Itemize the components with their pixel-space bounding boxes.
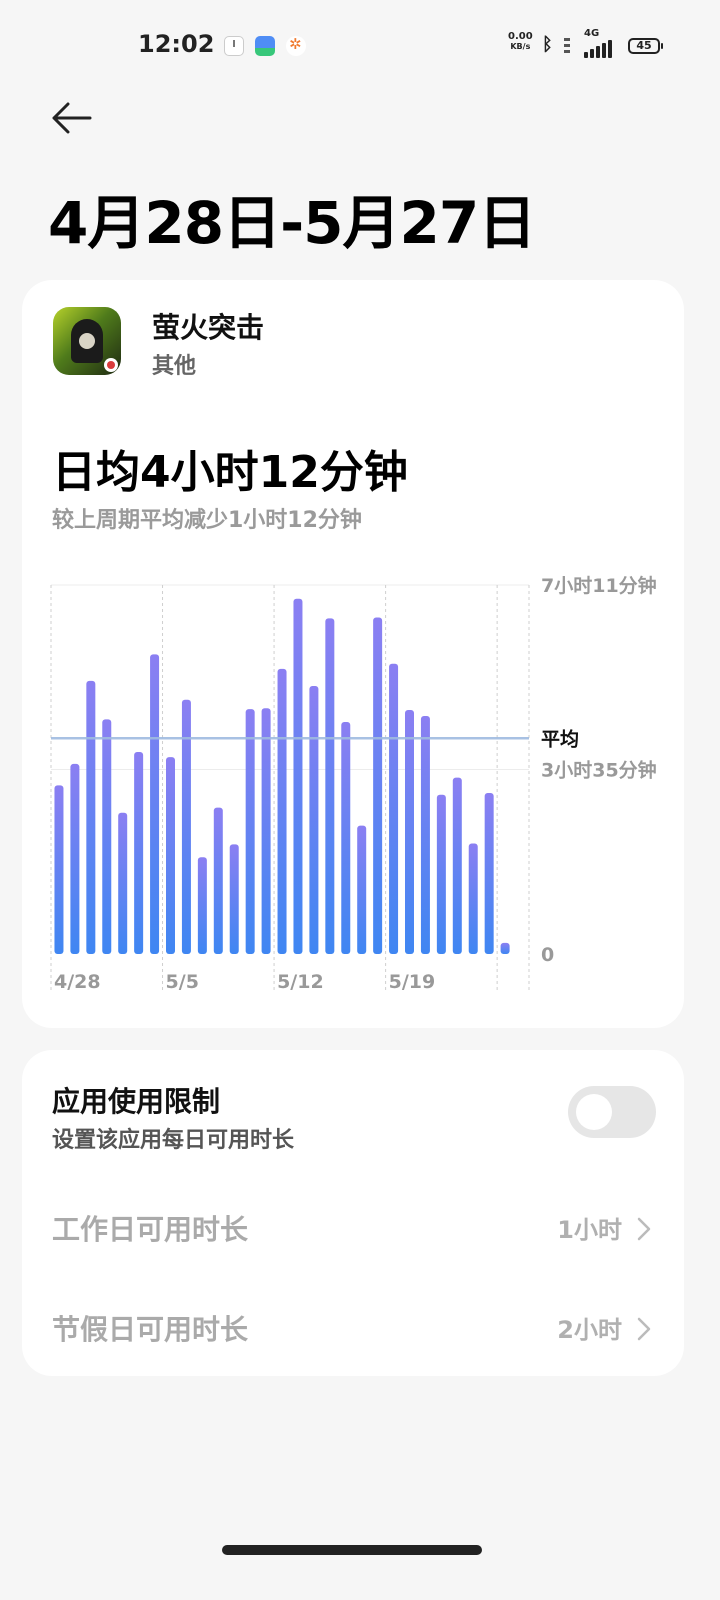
chart-bar bbox=[54, 785, 64, 954]
x-tick-label: 5/12 bbox=[277, 971, 324, 993]
back-button[interactable] bbox=[50, 96, 94, 140]
chevron-right-icon bbox=[637, 1317, 651, 1341]
chart-bar bbox=[245, 709, 255, 954]
app-notification-icon bbox=[255, 36, 275, 56]
chart-bar bbox=[277, 668, 287, 954]
clock-icon bbox=[224, 36, 244, 56]
holiday-limit-row[interactable]: 节假日可用时长 2小时 bbox=[22, 1286, 684, 1366]
arrow-left-icon bbox=[52, 102, 92, 134]
y-tick-label: 3小时35分钟 bbox=[541, 759, 657, 782]
chart-bar bbox=[309, 686, 319, 954]
usage-limit-toggle[interactable] bbox=[568, 1086, 656, 1138]
chart-bar bbox=[373, 617, 383, 954]
toggle-knob bbox=[576, 1094, 612, 1130]
chart-bar bbox=[229, 844, 239, 954]
chart-bar bbox=[436, 794, 446, 954]
workday-limit-value: 1小时 bbox=[557, 1216, 622, 1244]
chart-bar bbox=[86, 680, 96, 954]
signal-strength-icon bbox=[584, 40, 612, 58]
chevron-right-icon bbox=[637, 1217, 651, 1241]
workday-limit-label: 工作日可用时长 bbox=[52, 1213, 249, 1246]
chart-bar bbox=[213, 807, 223, 954]
chart-bar bbox=[325, 618, 335, 954]
battery-icon: 45 bbox=[628, 38, 663, 54]
chart-bar bbox=[150, 654, 160, 954]
chart-bar bbox=[389, 663, 399, 954]
chart-bar bbox=[405, 709, 414, 954]
chart-bar bbox=[118, 812, 128, 954]
workday-limit-row[interactable]: 工作日可用时长 1小时 bbox=[22, 1186, 684, 1266]
chart-bar bbox=[452, 777, 462, 954]
chart-bar bbox=[357, 825, 367, 954]
y-tick-label: 7小时11分钟 bbox=[541, 574, 657, 597]
network-speed: 0.00 KB/s bbox=[508, 32, 533, 52]
limit-subtitle: 设置该应用每日可用时长 bbox=[52, 1128, 295, 1153]
x-tick-label: 5/5 bbox=[166, 971, 199, 993]
chart-bar bbox=[293, 598, 303, 954]
chart-bar bbox=[102, 719, 112, 954]
network-type: 4G bbox=[584, 28, 600, 39]
x-tick-label: 5/19 bbox=[389, 971, 436, 993]
status-bar: 12:02 0.00 KB/s ᛒ 4G 45 bbox=[0, 28, 720, 66]
chart-bar bbox=[484, 793, 494, 954]
home-indicator[interactable] bbox=[222, 1545, 482, 1555]
network-speed-value: 0.00 bbox=[508, 31, 533, 42]
holiday-limit-label: 节假日可用时长 bbox=[52, 1313, 249, 1346]
average-label: 平均 bbox=[541, 727, 579, 750]
y-tick-label: 0 bbox=[541, 944, 554, 966]
chart-bar bbox=[420, 715, 430, 954]
chart-bar bbox=[70, 763, 80, 954]
x-tick-label: 4/28 bbox=[54, 971, 101, 993]
chart-bar bbox=[134, 751, 144, 954]
page-title: 4月28日-5月27日 bbox=[48, 189, 536, 257]
limit-title: 应用使用限制 bbox=[52, 1085, 221, 1118]
chart-bar bbox=[261, 708, 271, 954]
network-speed-unit: KB/s bbox=[510, 42, 531, 51]
holiday-limit-value: 2小时 bbox=[557, 1316, 622, 1344]
orange-app-icon bbox=[286, 35, 306, 56]
chart-bar bbox=[166, 757, 175, 954]
chart-bar bbox=[197, 857, 207, 954]
usage-bar-chart: 4/28 5/5 5/12 5/19 7小时11分钟 3小时35分钟 0 平均 bbox=[50, 574, 657, 993]
chart-bar bbox=[500, 942, 510, 954]
status-time: 12:02 bbox=[138, 30, 215, 58]
chart-bar bbox=[468, 843, 478, 954]
usage-limit-card: 应用使用限制 设置该应用每日可用时长 工作日可用时长 1小时 节假日可用时长 2… bbox=[22, 1050, 684, 1376]
chart-bar bbox=[341, 721, 351, 954]
usage-card: 萤火突击 其他 日均4小时12分钟 较上周期平均减少1小时12分钟 4/28 5/… bbox=[22, 280, 684, 1028]
signal-icon bbox=[564, 38, 570, 56]
bluetooth-icon: ᛒ bbox=[542, 34, 553, 55]
